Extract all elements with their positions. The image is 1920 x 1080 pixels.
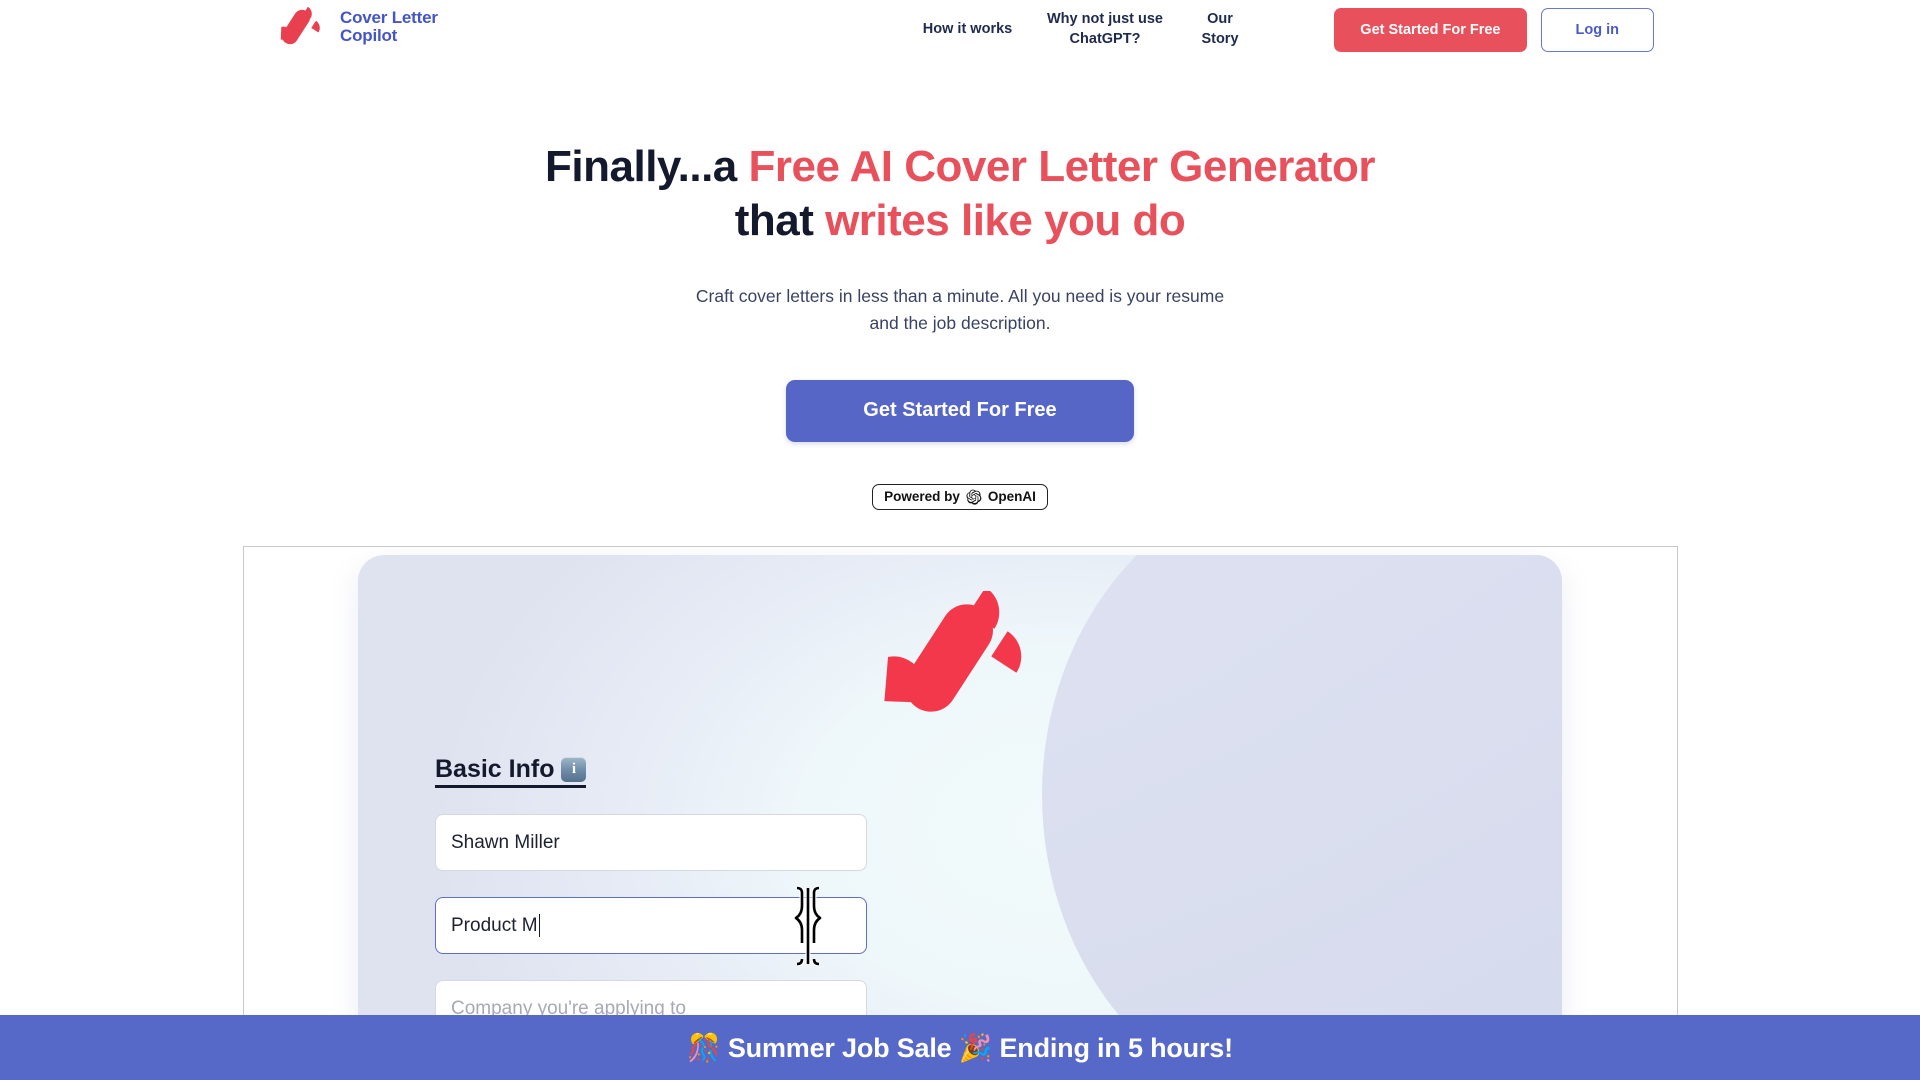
hero-subtitle: Craft cover letters in less than a minut…: [695, 286, 1225, 334]
headline-highlight-1: Free AI Cover Letter Generator: [748, 142, 1376, 191]
full-name-field[interactable]: Shawn Miller: [435, 814, 867, 871]
job-title-field[interactable]: Product M: [435, 885, 867, 967]
product-screenshot-frame: Basic Info i Shawn Miller Product M Comp…: [243, 546, 1678, 1036]
nav-links: How it works Why not just use ChatGPT? O…: [905, 0, 1260, 60]
nav-get-started-button[interactable]: Get Started For Free: [1334, 8, 1527, 52]
nav-actions: Get Started For Free Log in: [1334, 8, 1654, 52]
headline-text-1: Finally...a: [545, 142, 749, 191]
nav-link-why-not-chatgpt[interactable]: Why not just use ChatGPT?: [1030, 10, 1180, 49]
powered-by-wrapper: Powered by OpenAI: [0, 483, 1920, 510]
headline-highlight-2: writes like you do: [825, 195, 1186, 245]
basic-info-label: Basic Info: [435, 755, 555, 783]
openai-icon: [966, 489, 982, 505]
nav-link-our-story[interactable]: Our Story: [1180, 10, 1260, 49]
job-title-value: Product M: [451, 914, 538, 936]
hero-cta-wrapper: Get Started For Free: [0, 379, 1920, 442]
openai-label: OpenAI: [987, 489, 1036, 505]
full-name-value: Shawn Miller: [451, 831, 560, 853]
powered-by-label: Powered by: [884, 489, 960, 505]
info-icon: i: [561, 757, 587, 782]
app-logo-icon: [865, 587, 1055, 723]
brand-name: Cover Letter Copilot: [340, 7, 438, 45]
top-navigation-bar: Cover Letter Copilot How it works Why no…: [0, 0, 1920, 60]
basic-info-form: Basic Info i Shawn Miller Product M Comp…: [435, 755, 875, 1036]
text-caret: [538, 914, 541, 937]
decorative-blob: [1042, 555, 1562, 1036]
hero-section: Finally...a Free AI Cover Letter Generat…: [0, 140, 1920, 510]
nav-link-how-it-works[interactable]: How it works: [905, 20, 1030, 40]
hero-get-started-button[interactable]: Get Started For Free: [786, 379, 1134, 442]
promo-banner-text: 🎊 Summer Job Sale 🎉 Ending in 5 hours!: [687, 1032, 1233, 1063]
ibeam-mouse-cursor: [791, 880, 825, 972]
product-app-card: Basic Info i Shawn Miller Product M Comp…: [358, 555, 1562, 1036]
promo-banner[interactable]: 🎊 Summer Job Sale 🎉 Ending in 5 hours!: [0, 1015, 1920, 1080]
coverletter-copilot-logo-icon: [270, 6, 328, 48]
basic-info-heading: Basic Info i: [435, 755, 587, 788]
brand-logo[interactable]: Cover Letter Copilot: [270, 6, 438, 48]
hero-headline: Finally...a Free AI Cover Letter Generat…: [0, 140, 1920, 247]
powered-by-openai-badge: Powered by OpenAI: [872, 483, 1048, 510]
headline-text-2: that: [734, 195, 826, 245]
nav-login-button[interactable]: Log in: [1540, 8, 1654, 52]
landing-page: Cover Letter Copilot How it works Why no…: [0, 0, 1920, 1080]
